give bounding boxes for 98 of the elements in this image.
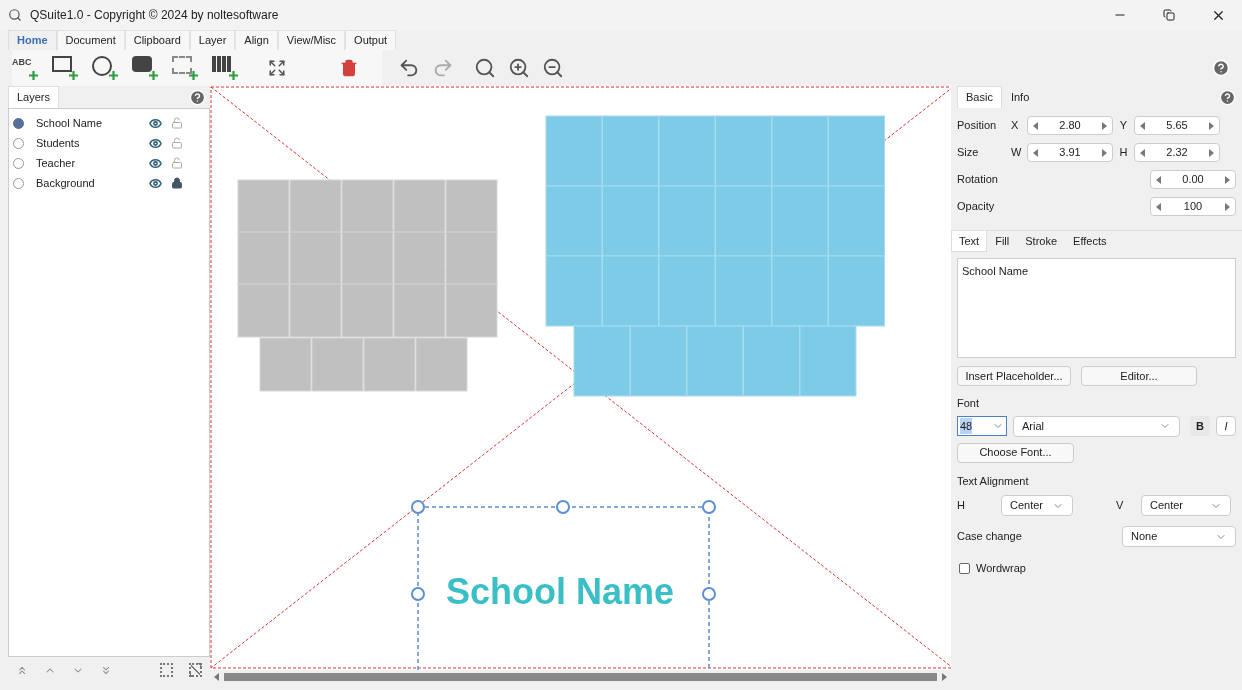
vertical-align-select[interactable]: Center xyxy=(1141,495,1231,516)
right-arrow-icon[interactable] xyxy=(1224,202,1230,211)
app-logo-icon xyxy=(8,8,22,22)
help-icon[interactable] xyxy=(1212,59,1230,77)
number-spinbox[interactable]: 100 xyxy=(1150,197,1236,216)
panel-tab[interactable]: Fill xyxy=(987,231,1018,252)
choose-font-button[interactable]: Choose Font... xyxy=(957,442,1074,463)
eye-icon[interactable] xyxy=(149,176,162,190)
layer-row[interactable]: Teacher xyxy=(9,153,209,173)
field-label: H xyxy=(957,498,966,514)
left-arrow-icon[interactable] xyxy=(1156,202,1162,211)
field-label: Opacity xyxy=(957,199,995,215)
zoom-page-icon[interactable] xyxy=(474,57,496,79)
number-spinbox[interactable]: 2.32 xyxy=(1134,143,1220,162)
field-label: X xyxy=(1011,118,1020,134)
panel-tab[interactable]: Basic xyxy=(957,86,1002,108)
unlock-icon[interactable] xyxy=(171,157,183,169)
window-title: QSuite1.0 - Copyright © 2024 by noltesoftware xyxy=(30,7,279,24)
ribbon-tab[interactable]: View/Misc xyxy=(277,30,346,50)
add-image-icon[interactable] xyxy=(132,56,158,80)
right-arrow-icon[interactable] xyxy=(1224,175,1230,184)
right-arrow-icon[interactable] xyxy=(941,672,947,681)
section-label: Text Alignment xyxy=(957,473,1030,489)
canvas-text: School Name xyxy=(446,574,675,610)
italic-button[interactable]: I xyxy=(1216,416,1236,436)
font-select[interactable]: Arial xyxy=(1013,415,1180,437)
fit-page-icon[interactable] xyxy=(268,59,286,77)
add-circle-icon[interactable] xyxy=(92,56,118,80)
ribbon-tab[interactable]: Home xyxy=(8,30,57,50)
text-area[interactable]: School Name xyxy=(957,258,1236,358)
panel-tab[interactable]: Effects xyxy=(1065,231,1115,252)
zoom-in-icon[interactable] xyxy=(508,57,530,79)
eye-icon[interactable] xyxy=(149,136,162,150)
layer-row[interactable]: Background xyxy=(9,173,209,193)
checkbox-label: Wordwrap xyxy=(976,561,1026,576)
bold-button[interactable]: B xyxy=(1190,416,1210,436)
left-arrow-icon[interactable] xyxy=(1140,148,1146,157)
help-icon[interactable] xyxy=(189,88,206,106)
deselect-icon[interactable] xyxy=(189,663,203,677)
ribbon-tab[interactable]: Clipboard xyxy=(124,30,190,50)
right-arrow-icon[interactable] xyxy=(1208,148,1214,157)
number-spinbox[interactable]: 0.00 xyxy=(1150,170,1236,189)
section-label: Font xyxy=(957,396,980,411)
left-arrow-icon[interactable] xyxy=(1033,148,1039,157)
font-size-select[interactable]: 48 xyxy=(957,416,1007,436)
checkbox[interactable] xyxy=(959,562,970,574)
editor-button[interactable]: Editor... xyxy=(1081,366,1197,386)
add-qr-code-icon[interactable] xyxy=(172,56,198,80)
field-label: Position xyxy=(957,118,998,134)
layer-row[interactable]: Students xyxy=(9,133,209,153)
help-icon[interactable] xyxy=(1219,88,1236,106)
left-arrow-icon[interactable] xyxy=(214,672,220,681)
field-label: Rotation xyxy=(957,172,998,188)
right-arrow-icon[interactable] xyxy=(1101,121,1107,130)
number-spinbox[interactable]: 5.65 xyxy=(1134,116,1220,135)
ribbon-tab[interactable]: Align xyxy=(235,30,278,50)
field-label: H xyxy=(1118,145,1129,161)
radio-button[interactable] xyxy=(13,137,24,149)
number-spinbox[interactable]: 2.80 xyxy=(1027,116,1113,135)
unlock-icon[interactable] xyxy=(171,117,183,129)
restore-button[interactable] xyxy=(1163,9,1175,21)
insert-placeholder-button[interactable]: Insert Placeholder... xyxy=(957,366,1071,386)
panel-tab[interactable]: Layers xyxy=(8,86,60,108)
ribbon-tab[interactable]: Layer xyxy=(189,30,236,50)
horizontal-align-select[interactable]: Center xyxy=(1001,495,1073,516)
radio-button[interactable] xyxy=(13,157,24,169)
ribbon-tab[interactable]: Output xyxy=(345,30,397,50)
left-arrow-icon[interactable] xyxy=(1156,175,1162,184)
panel-tab[interactable]: Info xyxy=(1001,86,1039,108)
radio-button[interactable] xyxy=(13,177,24,189)
select-all-icon[interactable] xyxy=(160,663,174,677)
undo-icon[interactable] xyxy=(398,57,420,79)
add-grid-icon[interactable] xyxy=(212,56,238,80)
panel-tab[interactable]: Stroke xyxy=(1017,231,1066,252)
lock-icon[interactable] xyxy=(171,177,183,189)
right-arrow-icon[interactable] xyxy=(1208,121,1214,130)
field-label: Y xyxy=(1118,118,1129,134)
field-label: W xyxy=(1011,145,1023,161)
left-arrow-icon[interactable] xyxy=(1033,121,1039,130)
field-label: V xyxy=(1116,498,1125,514)
add-rectangle-icon[interactable] xyxy=(52,56,78,80)
delete-icon[interactable] xyxy=(340,59,358,77)
unlock-icon[interactable] xyxy=(171,137,183,149)
ribbon-tab[interactable]: Document xyxy=(56,30,125,50)
left-arrow-icon[interactable] xyxy=(1140,121,1146,130)
tile-grid[interactable] xyxy=(237,179,498,392)
zoom-out-icon[interactable] xyxy=(542,57,564,79)
field-label: Size xyxy=(957,145,980,161)
eye-icon[interactable] xyxy=(149,116,162,130)
eye-icon[interactable] xyxy=(149,156,162,170)
radio-button[interactable] xyxy=(13,117,24,129)
layer-row[interactable]: School Name xyxy=(9,113,209,133)
tile-collage[interactable] xyxy=(545,115,885,397)
number-spinbox[interactable]: 3.91 xyxy=(1027,143,1113,162)
right-arrow-icon[interactable] xyxy=(1101,148,1107,157)
case-change-select[interactable]: None xyxy=(1122,526,1236,547)
field-label: Case change xyxy=(957,529,1022,545)
panel-tab[interactable]: Text xyxy=(951,231,988,252)
